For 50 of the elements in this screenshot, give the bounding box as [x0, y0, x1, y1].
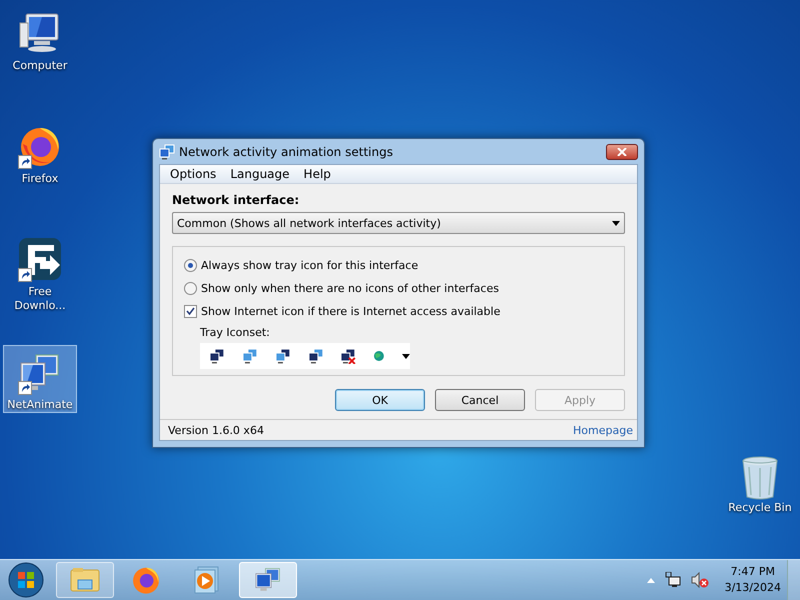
iconset-dropdown[interactable] [200, 343, 410, 369]
menu-item[interactable]: Options [163, 167, 224, 181]
icon-label: Firefox [20, 172, 60, 186]
interface-dropdown[interactable]: Common (Shows all network interfaces activity) [172, 212, 625, 234]
caret-icon [402, 354, 410, 358]
network-monitors-icon [254, 566, 282, 594]
firefox-icon [131, 565, 161, 595]
desktop-icon[interactable]: Computer [3, 4, 77, 117]
version-text: Version 1.6.0 x64 [168, 424, 264, 436]
option-label: Always show tray icon for this interface [201, 258, 418, 272]
dialog-button[interactable]: Cancel [435, 389, 525, 411]
icon-label: Recycle Bin [728, 501, 792, 514]
network-icon[interactable] [308, 348, 324, 364]
desktop-icon[interactable]: NetAnimate [3, 345, 77, 413]
option-label: Show Internet icon if there is Internet access available [201, 304, 500, 318]
folder-icon [70, 567, 100, 593]
field-label: Tray Iconset: [200, 326, 271, 339]
caret-icon [612, 220, 620, 226]
field-label: Network interface: [172, 193, 300, 207]
menu-item[interactable]: Language [223, 167, 297, 181]
close-button[interactable] [606, 144, 638, 160]
desktop-icon[interactable]: Firefox [3, 117, 77, 230]
taskbar-button[interactable] [56, 562, 114, 598]
network-error-icon[interactable] [340, 348, 356, 364]
network-icon[interactable] [664, 572, 681, 588]
taskbar-button[interactable] [239, 562, 297, 598]
clock-date[interactable]: 3/13/2024 [724, 580, 781, 596]
icon-label: Computer [12, 59, 68, 73]
window-title: Network activity animation settings [179, 144, 394, 158]
network-icon[interactable] [209, 348, 225, 364]
network-monitors-icon [159, 144, 175, 160]
network-icon[interactable] [274, 348, 291, 364]
globe-icon[interactable] [373, 350, 386, 362]
download-manager-icon [18, 237, 62, 281]
start-button[interactable] [8, 562, 44, 598]
menu-item[interactable]: Help [296, 167, 338, 181]
icon-label: Free Downlo... [13, 285, 67, 313]
recycle-bin-icon [740, 455, 780, 501]
close-icon [617, 148, 627, 156]
icon-label: NetAnimate [6, 398, 74, 412]
homepage-link[interactable]: Homepage [573, 424, 633, 436]
radio-button[interactable] [184, 282, 197, 294]
clock-time[interactable]: 7:47 PM [730, 564, 775, 580]
radio-button[interactable] [184, 258, 197, 272]
checkbox[interactable] [184, 304, 197, 318]
option-label: Show only when there are no icons of other interfaces [201, 282, 499, 294]
desktop-icon[interactable]: Free Downlo... [3, 230, 77, 343]
media-player-icon [194, 566, 220, 594]
speaker-muted-icon[interactable] [690, 572, 709, 588]
dialog-button[interactable]: OK [335, 389, 425, 411]
